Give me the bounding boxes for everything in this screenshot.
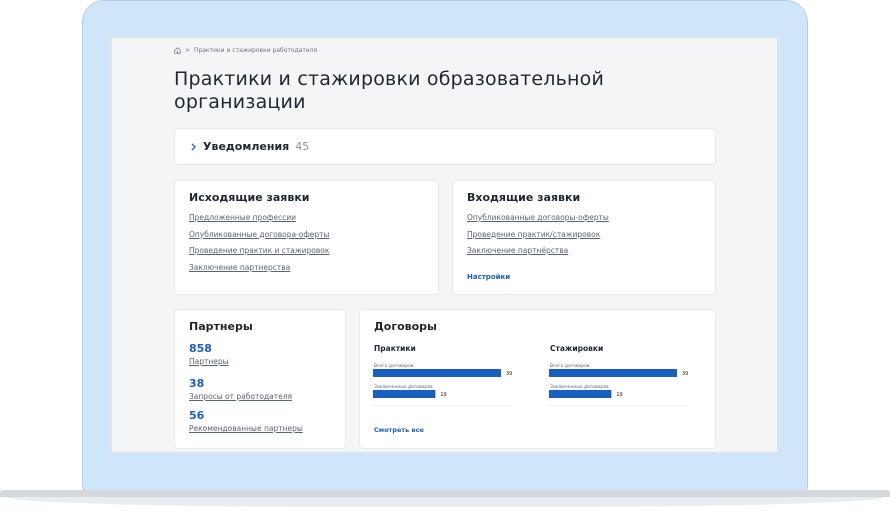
partners-stat: 858 Партнеры	[189, 342, 229, 366]
outgoing-link[interactable]: Предложенные профессии	[189, 213, 329, 230]
bar-value-label: 39	[506, 371, 512, 377]
page-title: Практики и стажировки образовательной ор…	[174, 68, 605, 113]
stat-value: 56	[189, 409, 205, 422]
breadcrumb-separator: >	[185, 47, 191, 54]
category-label: Заключенных договоров	[550, 384, 609, 390]
home-icon[interactable]	[174, 47, 181, 54]
notifications-toggle[interactable]: Уведомления 45	[174, 128, 716, 165]
incoming-link[interactable]: Опубликованные договоры-оферты	[467, 213, 609, 230]
settings-link[interactable]: Настройки	[467, 273, 510, 281]
practices-chart: Всего договоров 39 Заключенных договоров 19	[373, 363, 512, 407]
app-screen: > Практики и стажировки работодателя Пра…	[111, 37, 778, 453]
partners-stat: 38 Запросы от работодателя	[189, 377, 292, 401]
bar	[373, 369, 501, 377]
incoming-requests-title: Входящие заявки	[467, 191, 581, 204]
partners-title: Партнеры	[189, 320, 253, 333]
laptop-base	[0, 490, 890, 512]
contracts-card: Договоры Практики Стажировки Всего догов…	[359, 309, 716, 449]
bar-value-label: 19	[440, 392, 446, 398]
notifications-label: Уведомления	[203, 140, 290, 153]
notifications-count: 45	[295, 140, 310, 153]
outgoing-link[interactable]: Проведение практик и стажировок	[189, 246, 329, 263]
category-label: Заключенных договоров	[374, 384, 433, 390]
stat-label[interactable]: Запросы от работодателя	[189, 392, 292, 401]
stat-value: 38	[189, 377, 205, 390]
laptop-base-bottom	[6, 497, 884, 507]
category-label: Всего договоров	[550, 363, 590, 369]
incoming-link[interactable]: Проведение практик/стажировок	[467, 230, 609, 247]
outgoing-requests-title: Исходящие заявки	[189, 191, 310, 204]
contracts-title: Договоры	[374, 320, 437, 333]
outgoing-requests-card: Исходящие заявки Предложенные профессии …	[174, 180, 439, 295]
see-all-link[interactable]: Смотреть все	[374, 426, 424, 434]
bar-value-label: 39	[682, 371, 688, 377]
incoming-requests-card: Входящие заявки Опубликованные договоры-…	[452, 180, 716, 295]
internships-chart: Всего договоров 39 Заключенных договоров 19	[549, 363, 688, 407]
practices-subtitle: Практики	[374, 344, 416, 353]
laptop-base-top	[0, 490, 890, 497]
stat-label[interactable]: Рекомендованные партнеры	[189, 424, 303, 433]
bar	[549, 390, 612, 398]
bar	[373, 390, 436, 398]
chevron-right-icon	[191, 142, 197, 151]
outgoing-link[interactable]: Заключение партнерства	[189, 263, 329, 280]
breadcrumb: > Практики и стажировки работодателя	[174, 47, 317, 54]
category-label: Всего договоров	[374, 363, 414, 369]
bar	[549, 369, 677, 377]
breadcrumb-current[interactable]: Практики и стажировки работодателя	[194, 47, 317, 54]
partners-stat: 56 Рекомендованные партнеры	[189, 409, 303, 433]
incoming-link[interactable]: Заключение партнёрства	[467, 246, 609, 263]
stat-label[interactable]: Партнеры	[189, 357, 229, 366]
bar-value-label: 19	[616, 392, 622, 398]
outgoing-links: Предложенные профессии Опубликованные до…	[189, 213, 329, 279]
outgoing-link[interactable]: Опубликованные договора-оферты	[189, 230, 329, 247]
internships-subtitle: Стажировки	[550, 344, 604, 353]
stat-value: 858	[189, 342, 212, 355]
partners-card: Партнеры 858 Партнеры 38 Запросы от рабо…	[174, 309, 346, 449]
incoming-links: Опубликованные договоры-оферты Проведени…	[467, 213, 609, 263]
